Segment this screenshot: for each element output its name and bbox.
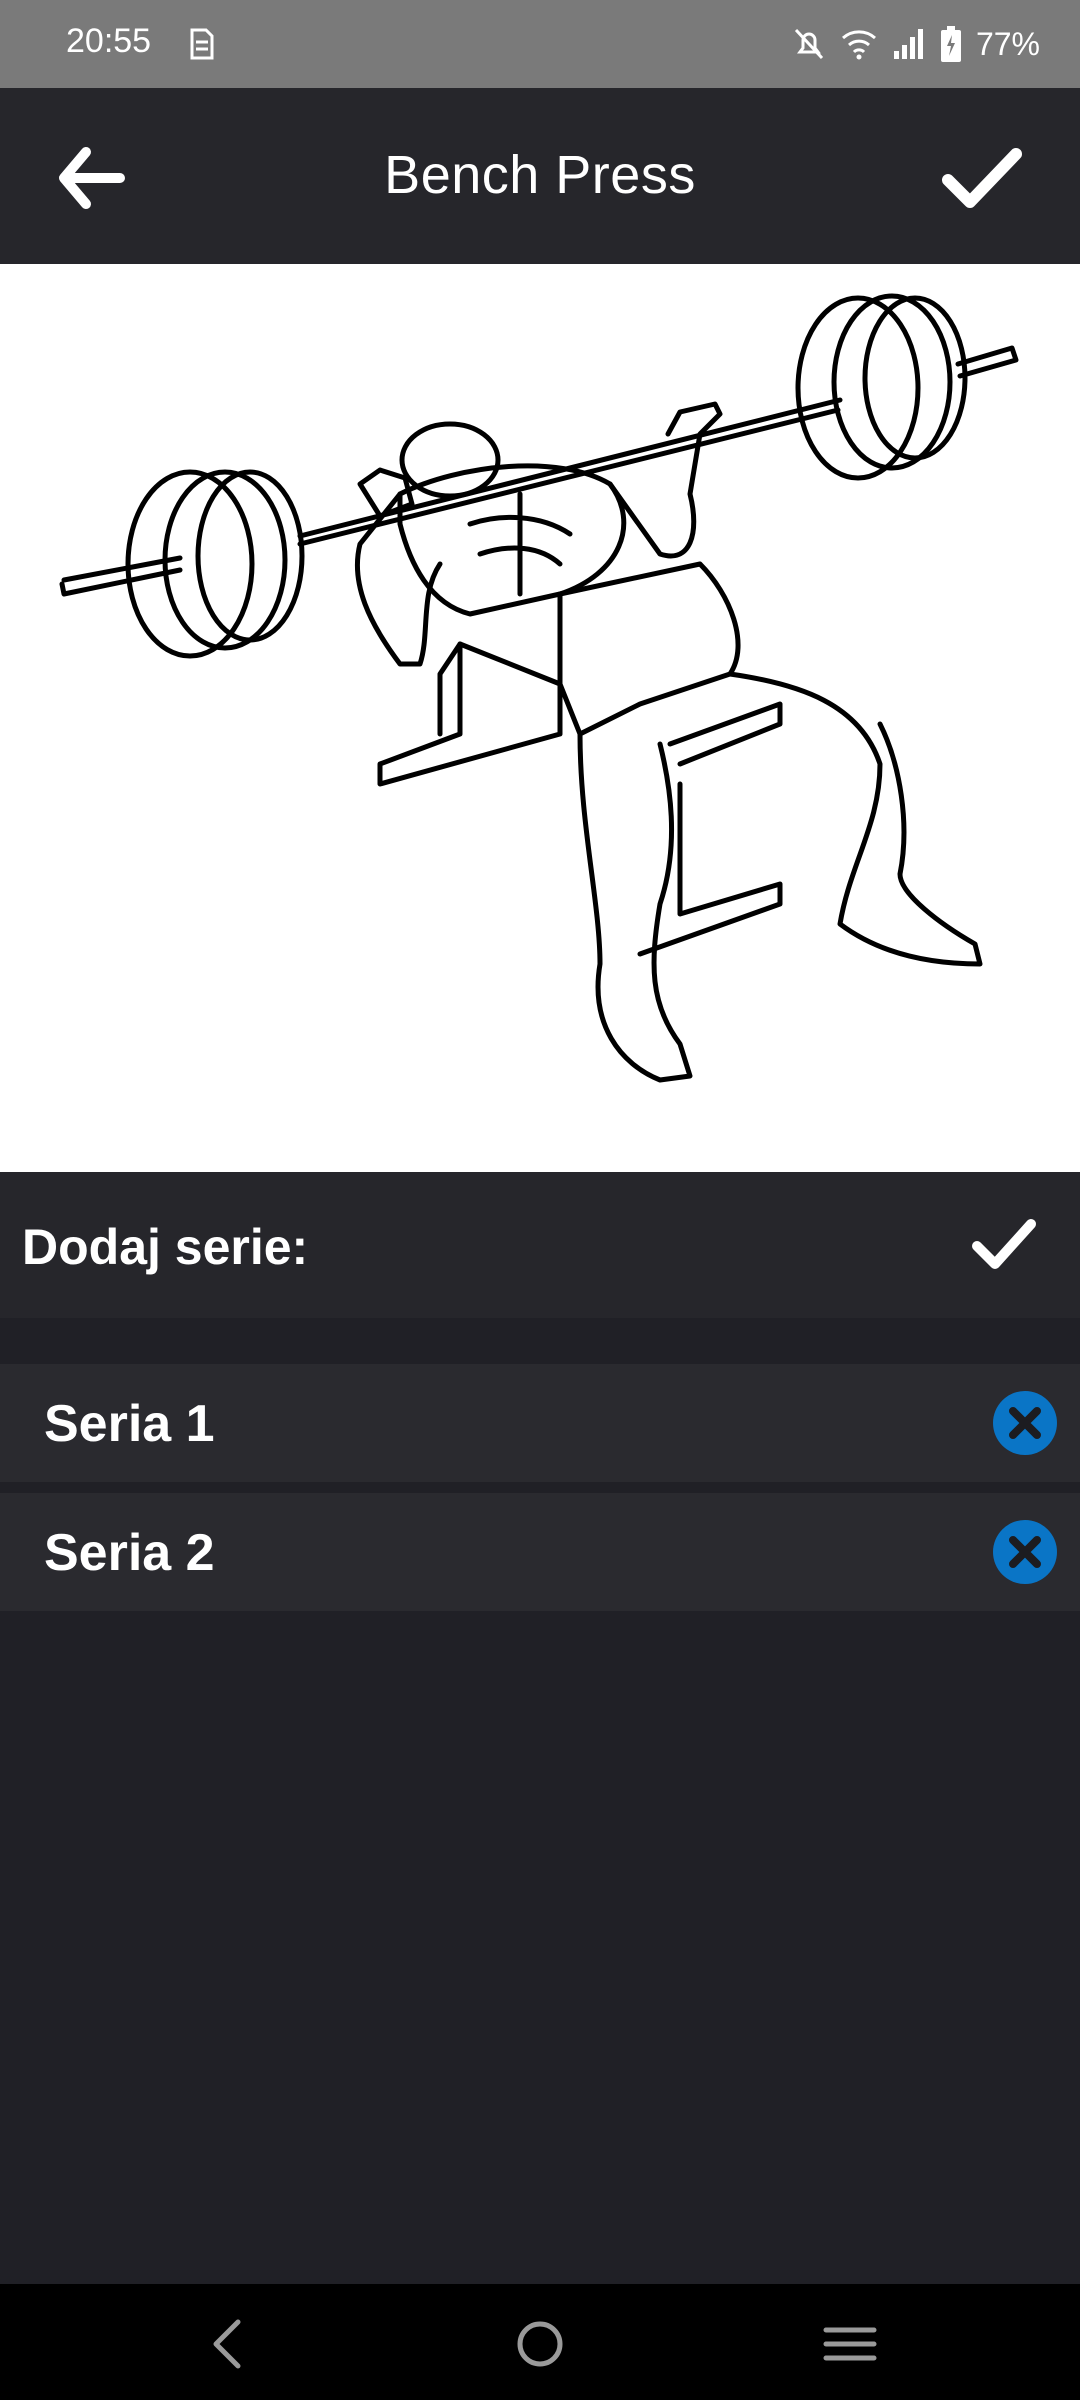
remove-icon[interactable]: [992, 1390, 1058, 1456]
notifications-off-icon: [794, 28, 824, 60]
series-label: Seria 1: [44, 1395, 215, 1453]
check-icon[interactable]: [942, 146, 1022, 210]
remove-icon[interactable]: [992, 1519, 1058, 1585]
page-title: Bench Press: [384, 145, 696, 205]
exercise-illustration: [0, 264, 1080, 1172]
add-series-label: Dodaj serie:: [22, 1219, 309, 1275]
status-bar: 20:55 77%: [0, 0, 1080, 88]
series-label: Seria 2: [44, 1524, 215, 1582]
status-icons: 77%: [792, 20, 1040, 68]
status-time: 20:55: [66, 22, 152, 60]
sim-icon: [190, 28, 214, 60]
battery-icon: [940, 26, 961, 62]
check-icon[interactable]: [972, 1216, 1036, 1272]
nav-menu-icon[interactable]: [818, 2312, 882, 2376]
nav-home-icon[interactable]: [508, 2312, 572, 2376]
signal-icon: [893, 29, 923, 59]
battery-percent: 77%: [975, 25, 1040, 62]
add-series-bar: Dodaj serie:: [0, 1172, 1080, 1318]
bench-press-illustration: [59, 293, 1019, 1083]
wifi-icon: [841, 30, 876, 60]
app-bar: Bench Press: [0, 88, 1080, 264]
list-item[interactable]: Seria 2: [0, 1493, 1080, 1611]
system-nav-bar: [0, 2284, 1080, 2400]
nav-back-icon[interactable]: [196, 2312, 260, 2376]
list-item[interactable]: Seria 1: [0, 1364, 1080, 1482]
